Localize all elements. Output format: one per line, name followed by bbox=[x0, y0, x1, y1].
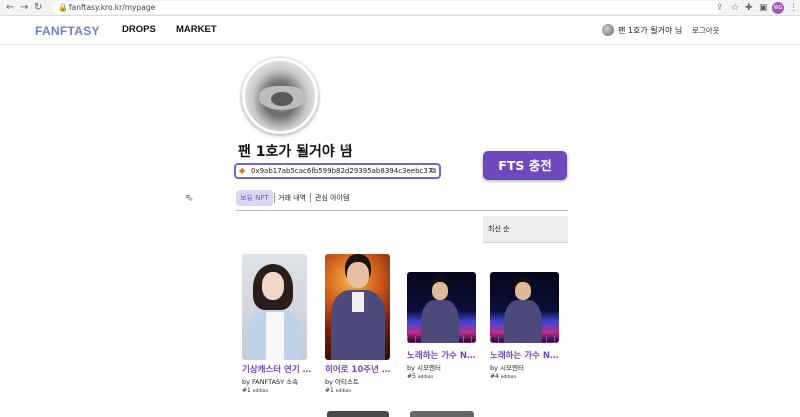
nft-edition: #1 edition bbox=[242, 387, 269, 394]
nft-creator: by FANFTASY 소속 bbox=[242, 378, 299, 386]
fts-charge-button[interactable]: FTS 충전 bbox=[483, 151, 567, 180]
reload-icon[interactable]: ↻ bbox=[34, 1, 42, 15]
header-user-name[interactable]: 팬 1호가 될거야 님 bbox=[618, 25, 682, 36]
sort-selected-value: 최신 순 bbox=[488, 225, 510, 233]
tab-separator bbox=[310, 193, 311, 203]
menu-kebab-icon[interactable]: ⋮ bbox=[789, 1, 798, 15]
nft-image[interactable] bbox=[325, 254, 390, 360]
nav-drops[interactable]: DROPS bbox=[122, 24, 156, 35]
edit-pencil-icon[interactable]: ✎ bbox=[344, 142, 353, 155]
nft-creator: by 시모엔터 bbox=[490, 364, 524, 372]
user-avatar[interactable] bbox=[602, 24, 614, 36]
nft-image[interactable] bbox=[407, 272, 476, 343]
nft-card-next-row[interactable] bbox=[410, 411, 474, 417]
back-icon[interactable]: ← bbox=[6, 1, 14, 15]
nft-image[interactable] bbox=[242, 254, 307, 360]
copy-icon[interactable]: ⧉ bbox=[430, 165, 436, 177]
url-text: fanftasy.kro.kr/mypage bbox=[69, 3, 156, 12]
nft-card[interactable]: 노래하는 가수 NFT by 시모엔터 #5 edition bbox=[407, 254, 477, 380]
wallet-address-box: ◆ 0x9ab17ab5cac6fb599b82d29395ab8394c3ee… bbox=[234, 163, 441, 179]
nft-creator: by 아티스트 bbox=[325, 378, 359, 386]
tab-wishlist[interactable]: 관심 아이템 bbox=[315, 190, 349, 206]
nav-market[interactable]: MARKET bbox=[176, 24, 217, 35]
tab-owned-nft[interactable]: 보유 NFT bbox=[236, 190, 273, 206]
share-icon[interactable]: ⇪ bbox=[716, 1, 724, 15]
nft-title[interactable]: 노래하는 가수 NFT bbox=[490, 349, 560, 361]
wallet-address: 0x9ab17ab5cac6fb599b82d29395ab8394c3eebc… bbox=[251, 167, 433, 175]
address-bar[interactable]: 🔒 fanftasy.kro.kr/mypage bbox=[52, 1, 722, 14]
tabs-divider bbox=[236, 210, 568, 211]
site-logo[interactable]: FANFTASY bbox=[35, 24, 100, 38]
nft-title[interactable]: 기상캐스터 연기 … bbox=[242, 363, 312, 375]
cat-photo bbox=[259, 86, 305, 110]
nft-edition: #5 edition bbox=[407, 373, 434, 380]
site-header: FANFTASY DROPS MARKET 팬 1호가 될거야 님 로그아웃 bbox=[0, 16, 800, 45]
mouse-cursor-icon: ⇖ bbox=[185, 193, 194, 204]
nft-card-next-row[interactable] bbox=[327, 411, 389, 417]
forward-icon[interactable]: → bbox=[20, 1, 28, 15]
nft-image[interactable] bbox=[490, 272, 559, 343]
nft-card[interactable]: 기상캐스터 연기 … by FANFTASY 소속 #1 edition bbox=[242, 254, 312, 394]
nft-creator: by 시모엔터 bbox=[407, 364, 441, 372]
profile-avatar bbox=[242, 58, 318, 134]
nft-card[interactable]: 히어로 10주년 콘… by 아티스트 #1 edition bbox=[325, 254, 395, 394]
browser-profile-avatar[interactable]: WG bbox=[772, 2, 784, 14]
browser-toolbar: ← → ↻ 🔒 fanftasy.kro.kr/mypage ⇪ ☆ ✚ ▣ W… bbox=[0, 0, 800, 16]
extensions-icon[interactable]: ✚ bbox=[745, 1, 753, 15]
tab-transaction-history[interactable]: 거래 내역 bbox=[278, 190, 306, 206]
profile-name: 팬 1호가 될거야 님 bbox=[238, 144, 353, 160]
lock-icon: 🔒 bbox=[58, 3, 68, 12]
tab-separator bbox=[274, 193, 275, 203]
sidepanel-icon[interactable]: ▣ bbox=[759, 1, 768, 15]
nft-edition: #4 edition bbox=[490, 373, 517, 380]
metamask-fox-icon: ◆ bbox=[239, 166, 246, 175]
nft-card[interactable]: 노래하는 가수 NFT by 시모엔터 #4 edition bbox=[490, 254, 560, 380]
nft-edition: #1 edition bbox=[325, 387, 352, 394]
nft-title[interactable]: 노래하는 가수 NFT bbox=[407, 349, 477, 361]
logout-link[interactable]: 로그아웃 bbox=[692, 25, 720, 36]
sort-dropdown[interactable]: 최신 순 bbox=[483, 216, 568, 243]
nft-title[interactable]: 히어로 10주년 콘… bbox=[325, 363, 395, 375]
bookmark-star-icon[interactable]: ☆ bbox=[731, 1, 739, 15]
